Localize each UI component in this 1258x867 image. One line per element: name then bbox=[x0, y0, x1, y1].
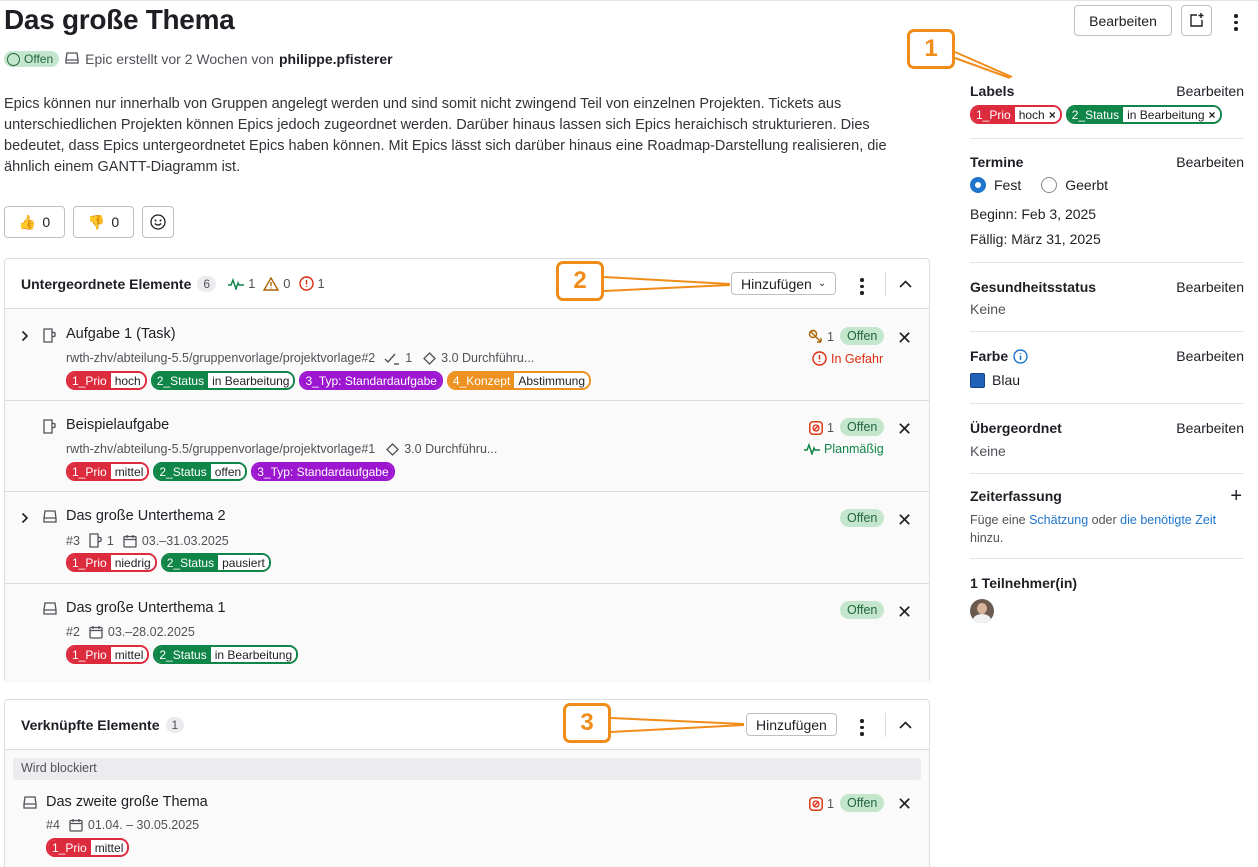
callout-2: 2 bbox=[556, 261, 604, 301]
callout-1: 1 bbox=[907, 29, 955, 69]
callout-3: 3 bbox=[563, 703, 611, 743]
callout-lines bbox=[603, 51, 1013, 733]
